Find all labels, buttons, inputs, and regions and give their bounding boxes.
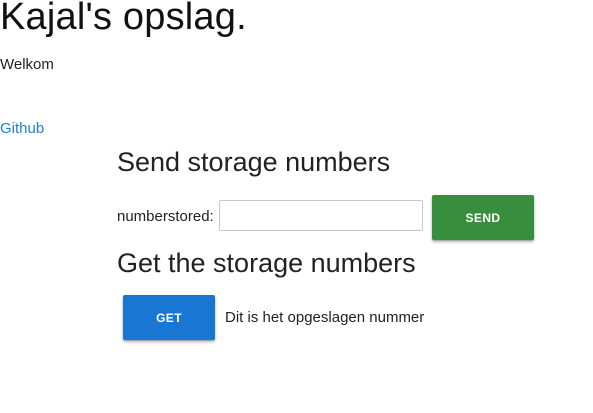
github-link[interactable]: Github [0,120,44,137]
page: Kajal's opslag. Welkom Github Send stora… [0,0,593,413]
stored-number-text: Dit is het opgeslagen nummer [225,309,425,326]
numberstored-input[interactable] [219,200,423,231]
page-title: Kajal's opslag. [0,0,247,38]
get-button[interactable]: GET [123,295,215,340]
welcome-text: Welkom [0,56,54,73]
get-section-heading: Get the storage numbers [117,248,416,278]
send-section-heading: Send storage numbers [117,147,391,177]
send-button[interactable]: SEND [432,195,534,240]
numberstored-label: numberstored: [117,208,214,225]
